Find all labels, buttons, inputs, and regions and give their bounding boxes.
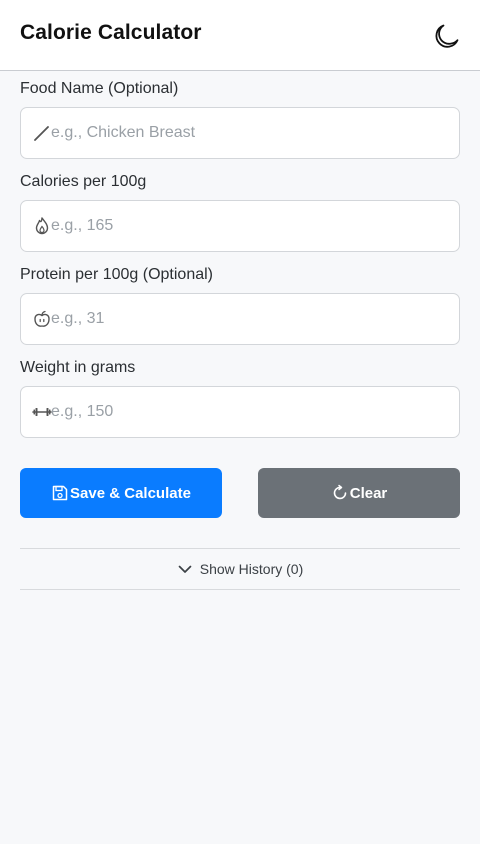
moon-icon: [435, 24, 459, 48]
weight-label: Weight in grams: [20, 359, 136, 376]
food-name-label: Food Name (Optional): [20, 80, 179, 97]
show-history-label: Show History (0): [199, 561, 304, 577]
show-history-toggle[interactable]: Show History (0): [20, 549, 460, 589]
calories-field[interactable]: [20, 200, 460, 252]
clear-button[interactable]: Clear: [258, 468, 460, 518]
app-header: Calorie Calculator: [0, 0, 480, 71]
theme-toggle-button[interactable]: [432, 21, 462, 51]
pencil-icon: [34, 126, 49, 141]
save-calculate-label: Save & Calculate: [70, 484, 191, 502]
calories-input[interactable]: [51, 201, 451, 251]
chevron-down-icon: [178, 565, 192, 573]
app-title: Calorie Calculator: [20, 21, 202, 44]
refresh-icon: [333, 484, 347, 500]
save-calculate-button[interactable]: Save & Calculate: [20, 468, 222, 518]
history-divider-bottom: [20, 589, 460, 590]
flame-icon: [35, 217, 49, 235]
apple-icon: [34, 310, 50, 327]
floppy-disk-icon: [52, 485, 68, 501]
clear-label: Clear: [349, 484, 388, 502]
protein-field[interactable]: [20, 293, 460, 345]
food-name-input[interactable]: [51, 108, 451, 158]
food-name-field[interactable]: [20, 107, 460, 159]
calories-label: Calories per 100g: [20, 173, 147, 190]
dumbbell-icon: [32, 408, 52, 416]
protein-label: Protein per 100g (Optional): [20, 266, 213, 283]
weight-field[interactable]: [20, 386, 460, 438]
weight-input[interactable]: [51, 387, 451, 437]
protein-input[interactable]: [51, 294, 451, 344]
